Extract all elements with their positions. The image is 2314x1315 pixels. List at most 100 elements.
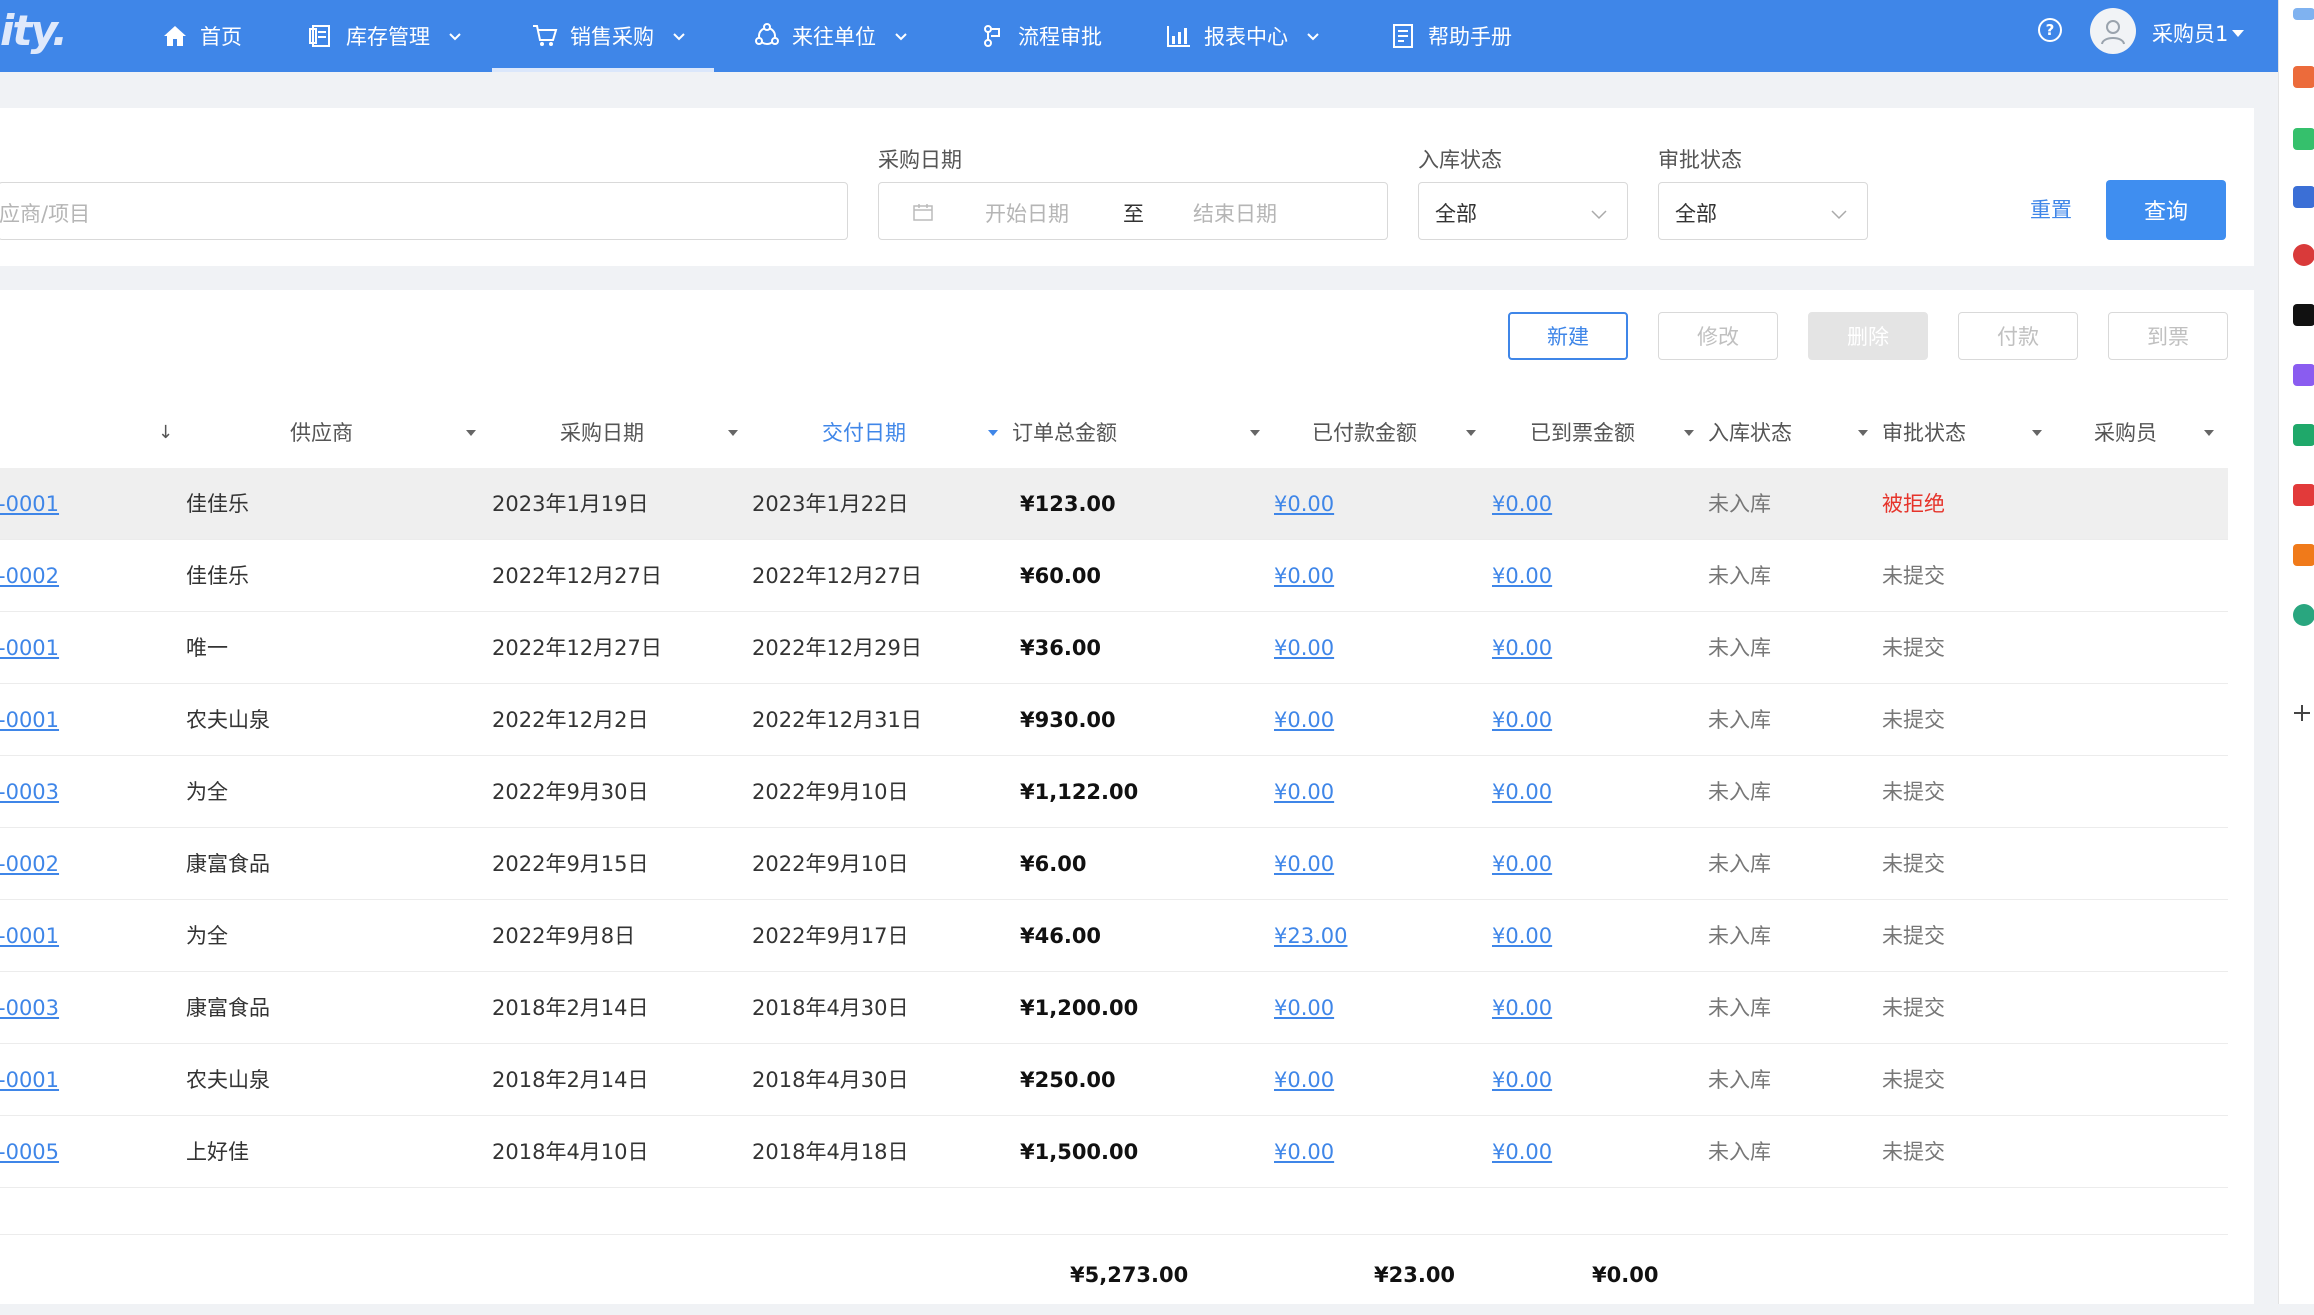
order-number-link[interactable]: -0005 [0, 1116, 59, 1188]
user-name[interactable]: 采购员1 [2152, 18, 2228, 48]
cell-total: ¥36.00 [1020, 636, 1102, 660]
table-row[interactable]: -0002 康富食品 2022年9月15日 2022年9月10日 ¥6.00 ¥0.00 ¥… [0, 828, 2228, 900]
invoiced-amount-link[interactable]: ¥0.00 [1492, 468, 1552, 540]
order-number-link[interactable]: -0001 [0, 612, 59, 684]
order-number-link[interactable]: -0002 [0, 828, 59, 900]
caret-down-icon[interactable] [988, 430, 998, 436]
paid-amount-link[interactable]: ¥0.00 [1274, 684, 1334, 756]
extension-icon[interactable] [2293, 244, 2314, 266]
caret-down-icon[interactable] [466, 430, 476, 436]
table-row[interactable]: -0002 佳佳乐 2022年12月27日 2022年12月27日 ¥60.00 ¥0.0… [0, 540, 2228, 612]
extension-icon[interactable] [2293, 8, 2314, 20]
column-header-approval[interactable]: 审批状态 [1882, 398, 1966, 468]
nav-item-partners[interactable]: 来往单位 [754, 0, 908, 72]
paid-amount-link[interactable]: ¥0.00 [1274, 1044, 1334, 1116]
avatar[interactable] [2090, 8, 2136, 54]
caret-down-icon[interactable] [1466, 430, 1476, 436]
paid-amount-link[interactable]: ¥0.00 [1274, 540, 1334, 612]
extension-icon[interactable] [2293, 424, 2314, 446]
column-header-delivery-date[interactable]: 交付日期 [822, 398, 906, 468]
order-number-link[interactable]: -0001 [0, 1044, 59, 1116]
order-number-link[interactable]: -0001 [0, 900, 59, 972]
extension-icon[interactable] [2293, 186, 2314, 208]
paid-amount-link[interactable]: ¥0.00 [1274, 828, 1334, 900]
invoiced-amount-link[interactable]: ¥0.00 [1492, 756, 1552, 828]
reset-button[interactable]: 重置 [2030, 194, 2072, 224]
invoiced-amount-link[interactable]: ¥0.00 [1492, 900, 1552, 972]
delete-button[interactable]: 删除 [1808, 312, 1928, 360]
pay-button[interactable]: 付款 [1958, 312, 2078, 360]
order-number-link[interactable]: -0002 [0, 540, 59, 612]
extension-icon[interactable] [2293, 544, 2314, 566]
extension-icon[interactable] [2293, 304, 2314, 326]
invoiced-amount-link[interactable]: ¥0.00 [1492, 540, 1552, 612]
caret-down-icon[interactable] [2032, 430, 2042, 436]
caret-down-icon[interactable] [728, 430, 738, 436]
table-row[interactable]: -0003 康富食品 2018年2月14日 2018年4月30日 ¥1,200.00 ¥0… [0, 972, 2228, 1044]
paid-amount-link[interactable]: ¥23.00 [1274, 900, 1347, 972]
nav-item-workflow[interactable]: 流程审批 [980, 0, 1102, 72]
caret-down-icon[interactable] [2204, 430, 2214, 436]
table-row[interactable]: -0001 唯一 2022年12月27日 2022年12月29日 ¥36.00 ¥0.00… [0, 612, 2228, 684]
search-input[interactable]: 应商/项目 [0, 182, 848, 240]
cell-supplier: 唯一 [186, 636, 228, 660]
invoiced-amount-link[interactable]: ¥0.00 [1492, 1116, 1552, 1188]
order-number-link[interactable]: -0003 [0, 756, 59, 828]
nav-item-reports[interactable]: 报表中心 [1166, 0, 1320, 72]
nav-item-manual[interactable]: 帮助手册 [1390, 0, 1512, 72]
table-row[interactable]: -0003 为全 2022年9月30日 2022年9月10日 ¥1,122.00 ¥0.0… [0, 756, 2228, 828]
invoiced-amount-link[interactable]: ¥0.00 [1492, 972, 1552, 1044]
column-header-supplier[interactable]: 供应商 [290, 398, 353, 468]
invoiced-amount-link[interactable]: ¥0.00 [1492, 684, 1552, 756]
order-number-link[interactable]: -0003 [0, 972, 59, 1044]
extension-icon[interactable] [2293, 604, 2314, 626]
add-icon[interactable] [2293, 704, 2311, 722]
order-number-link[interactable]: -0001 [0, 468, 59, 540]
nav-item-inventory[interactable]: 库存管理 [308, 0, 462, 72]
query-button[interactable]: 查询 [2106, 180, 2226, 240]
paid-amount-link[interactable]: ¥0.00 [1274, 1116, 1334, 1188]
nav-item-sales-purchase[interactable]: 销售采购 [492, 0, 714, 72]
invoiced-amount-link[interactable]: ¥0.00 [1492, 828, 1552, 900]
caret-down-icon[interactable] [2232, 30, 2244, 37]
column-header-paid[interactable]: 已付款金额 [1312, 398, 1417, 468]
invoice-button[interactable]: 到票 [2108, 312, 2228, 360]
column-header-total[interactable]: 订单总金额 [1012, 398, 1117, 468]
start-date-input[interactable]: 开始日期 [985, 198, 1069, 228]
table-row[interactable]: -0005 上好佳 2018年4月10日 2018年4月18日 ¥1,500.00 ¥0.… [0, 1116, 2228, 1188]
column-header-buyer[interactable]: 采购员 [2094, 398, 2157, 468]
cell-purchase-date: 2018年2月14日 [492, 996, 649, 1020]
table-row[interactable]: -0001 农夫山泉 2018年2月14日 2018年4月30日 ¥250.00 ¥0.0… [0, 1044, 2228, 1116]
extension-icon[interactable] [2293, 364, 2314, 386]
caret-down-icon[interactable] [1250, 430, 1260, 436]
caret-down-icon[interactable] [1858, 430, 1868, 436]
column-header-stock[interactable]: 入库状态 [1708, 398, 1792, 468]
column-header-invoiced[interactable]: 已到票金额 [1530, 398, 1635, 468]
table-row[interactable]: -0001 为全 2022年9月8日 2022年9月17日 ¥46.00 ¥23.00 ¥0… [0, 900, 2228, 972]
extension-icon[interactable] [2293, 484, 2314, 506]
column-header-purchase-date[interactable]: 采购日期 [560, 398, 644, 468]
edit-button[interactable]: 修改 [1658, 312, 1778, 360]
paid-amount-link[interactable]: ¥0.00 [1274, 612, 1334, 684]
caret-down-icon[interactable] [1684, 430, 1694, 436]
end-date-input[interactable]: 结束日期 [1193, 198, 1277, 228]
approval-status-select[interactable]: 全部 [1658, 182, 1868, 240]
extension-icon[interactable] [2293, 66, 2314, 88]
sort-desc-icon[interactable]: ↓ [158, 398, 173, 468]
table-row[interactable]: -0001 佳佳乐 2023年1月19日 2023年1月22日 ¥123.00 ¥0.00… [0, 468, 2228, 540]
nav-item-home[interactable]: 首页 [162, 0, 242, 72]
invoiced-amount-link[interactable]: ¥0.00 [1492, 1044, 1552, 1116]
app-logo[interactable]: ity. [0, 6, 68, 55]
order-number-link[interactable]: -0001 [0, 684, 59, 756]
paid-amount-link[interactable]: ¥0.00 [1274, 468, 1334, 540]
stock-status-select[interactable]: 全部 [1418, 182, 1628, 240]
invoiced-amount-link[interactable]: ¥0.00 [1492, 612, 1552, 684]
table-row[interactable]: -0001 农夫山泉 2022年12月2日 2022年12月31日 ¥930.00 ¥0.… [0, 684, 2228, 756]
help-icon[interactable]: ? [2038, 18, 2062, 42]
search-placeholder: 应商/项目 [0, 202, 91, 226]
date-range-picker[interactable]: 开始日期 至 结束日期 [878, 182, 1388, 240]
extension-icon[interactable] [2293, 128, 2314, 150]
paid-amount-link[interactable]: ¥0.00 [1274, 972, 1334, 1044]
paid-amount-link[interactable]: ¥0.00 [1274, 756, 1334, 828]
new-button[interactable]: 新建 [1508, 312, 1628, 360]
